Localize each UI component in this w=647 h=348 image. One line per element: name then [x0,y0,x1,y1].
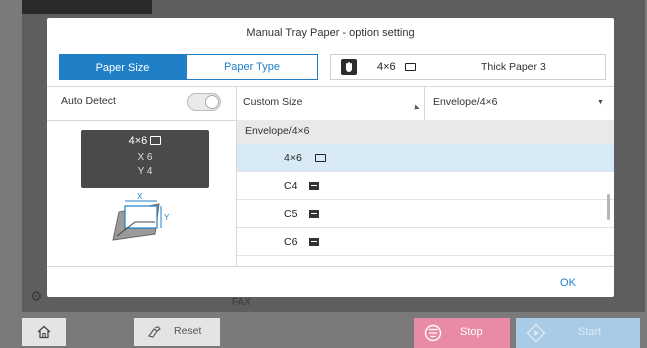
custom-size-select[interactable]: Custom Size [237,86,425,120]
corner-caret-icon [412,104,420,112]
list-item[interactable]: C5 [237,200,614,228]
list-item-label: C4 [284,180,298,192]
auto-detect-toggle[interactable] [187,93,221,111]
start-button[interactable]: Start [516,318,640,348]
home-icon [37,325,51,339]
background-top-strip [22,0,152,14]
dialog-title: Manual Tray Paper - option setting [246,27,415,39]
card-icon [150,136,162,145]
list-scrollbar[interactable] [607,194,610,220]
divider [47,266,614,267]
custom-size-label: Custom Size [243,96,303,108]
stop-button[interactable]: Stop [414,318,510,348]
envelope-icon [309,182,319,190]
stop-label: Stop [460,326,483,338]
home-button[interactable] [22,318,66,346]
list-item-label: C5 [284,208,298,220]
diagram-x-label: X [137,192,143,201]
toggle-knob [205,95,219,109]
paper-orientation-diagram-icon: X Y [109,192,177,248]
background-fax-label: FAX [232,297,251,308]
preview-x-value: X 6 [137,152,153,163]
preview-y-value: Y 4 [137,166,153,177]
list-item[interactable]: C4 [237,172,614,200]
paper-size-preview: 4×6 X 6 Y 4 [81,130,209,188]
chevron-down-icon: ▼ [597,99,604,106]
tab-paper-type[interactable]: Paper Type [186,54,318,80]
diagram-y-label: Y [164,213,170,222]
envelope-size-select[interactable]: Envelope/4×6 ▼ [425,86,614,120]
ok-button[interactable]: OK [546,271,590,295]
tray-paper-type: Thick Paper 3 [481,61,546,73]
envelope-select-label: Envelope/4×6 [433,96,498,108]
stop-icon [424,324,442,342]
list-item-label: 4×6 [284,152,302,164]
envelope-icon [309,238,319,246]
eraser-icon [148,326,161,338]
start-label: Start [578,326,602,338]
paper-option-dialog: Manual Tray Paper - option setting Paper… [47,18,614,297]
tab-paper-size[interactable]: Paper Size [59,54,186,80]
envelope-icon [309,210,319,218]
card-icon [405,63,416,71]
preview-size-text: 4×6 [81,135,209,147]
start-icon [526,323,546,343]
list-item[interactable]: C6 [237,228,614,256]
reset-label: Reset [174,325,202,337]
auto-detect-label: Auto Detect [61,95,116,107]
tray-info-panel: 4×6 Thick Paper 3 [330,54,606,80]
hand-tray-icon [341,59,357,75]
background-gear-icon: ⚙ [30,288,43,304]
list-item[interactable]: 4×6 [237,144,614,172]
list-group-header: Envelope/4×6 [237,120,614,144]
tray-size-text: 4×6 [377,61,396,73]
list-item-label: C6 [284,236,298,248]
card-icon [315,154,326,162]
reset-button[interactable]: Reset [134,318,220,346]
